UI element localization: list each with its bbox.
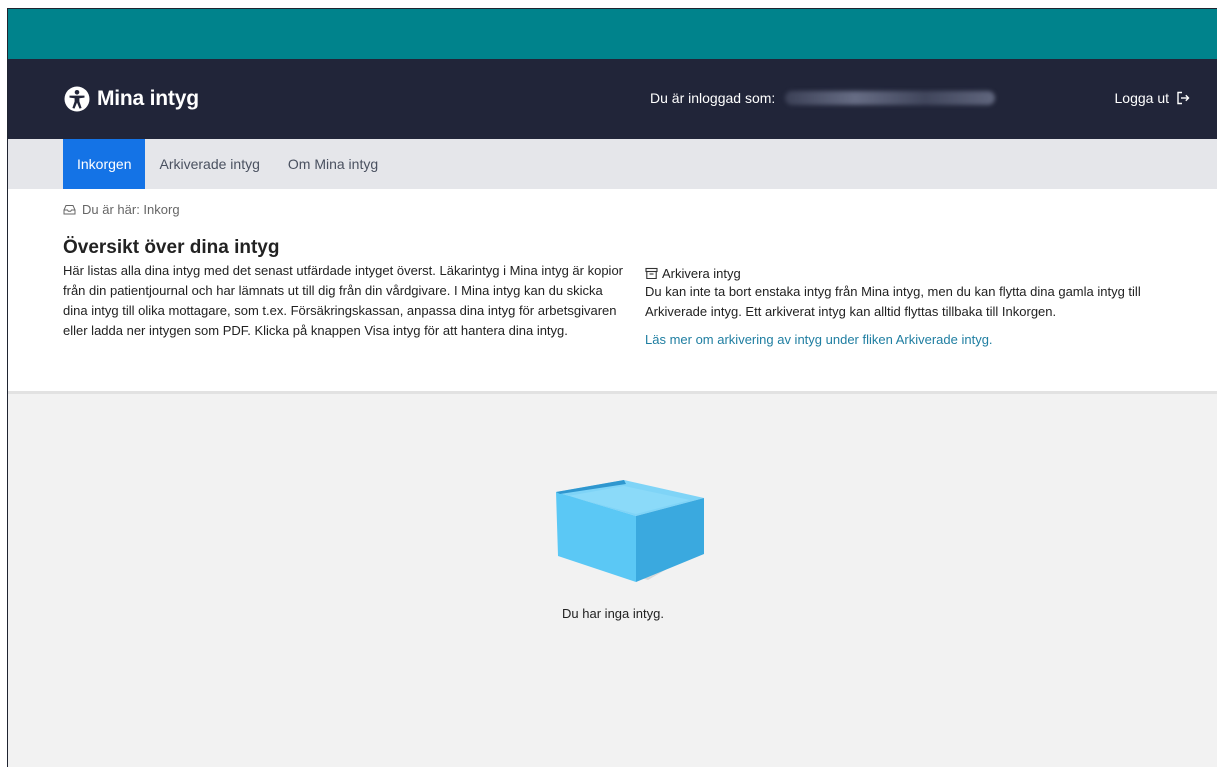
empty-state: Du har inga intyg. bbox=[8, 394, 1217, 767]
archive-description: Du kan inte ta bort enstaka intyg från M… bbox=[645, 284, 1141, 319]
archive-heading-text: Arkivera intyg bbox=[662, 266, 741, 281]
logout-button[interactable]: Logga ut bbox=[1115, 90, 1191, 106]
logout-icon bbox=[1177, 91, 1190, 105]
empty-box-icon bbox=[556, 480, 704, 582]
archive-info: Arkivera intyg Du kan inte ta bort ensta… bbox=[645, 266, 1205, 347]
breadcrumb: Du är här: Inkorg bbox=[63, 202, 180, 217]
intro-description: Här listas alla dina intyg med det senas… bbox=[63, 263, 624, 338]
brand-logo[interactable]: Mina intyg bbox=[64, 86, 199, 112]
intro-section: Du är här: Inkorg Översikt över dina int… bbox=[8, 189, 1217, 394]
login-info: Du är inloggad som: bbox=[650, 90, 996, 106]
page-title: Översikt över dina intyg bbox=[63, 237, 280, 258]
archive-heading: Arkivera intyg bbox=[645, 266, 1205, 281]
archive-icon bbox=[645, 267, 658, 280]
tab-om-mina-intyg[interactable]: Om Mina intyg bbox=[274, 139, 392, 189]
inbox-icon bbox=[63, 205, 76, 215]
brand-name: Mina intyg bbox=[97, 87, 199, 110]
breadcrumb-text: Du är här: Inkorg bbox=[82, 202, 180, 217]
login-label: Du är inloggad som: bbox=[650, 90, 776, 106]
tab-arkiverade-intyg[interactable]: Arkiverade intyg bbox=[145, 139, 273, 189]
main-navigation: Inkorgen Arkiverade intyg Om Mina intyg bbox=[8, 139, 1217, 189]
tab-inkorgen[interactable]: Inkorgen bbox=[63, 139, 146, 189]
archive-read-more-link[interactable]: Läs mer om arkivering av intyg under fli… bbox=[645, 332, 1205, 347]
top-accent-bar bbox=[8, 9, 1217, 59]
empty-state-message: Du har inga intyg. bbox=[562, 606, 664, 621]
logged-in-user-name-blurred bbox=[785, 91, 996, 105]
site-header: Mina intyg Du är inloggad som: Logga ut bbox=[8, 59, 1217, 139]
accessibility-person-icon bbox=[64, 86, 90, 112]
logout-label: Logga ut bbox=[1114, 90, 1170, 106]
app-frame: Mina intyg Du är inloggad som: Logga ut … bbox=[7, 8, 1217, 767]
